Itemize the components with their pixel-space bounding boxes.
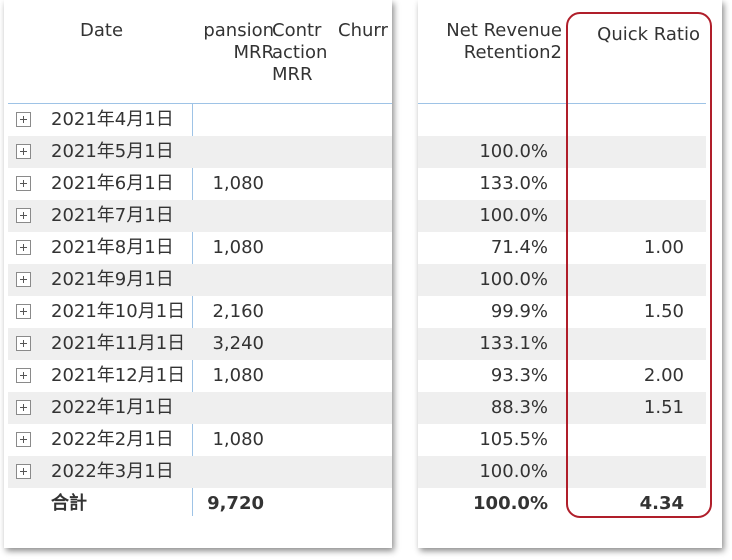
table-row[interactable]: 2021年4月1日 [8,104,392,136]
expand-icon[interactable] [16,464,31,479]
column-header-expansion-mrr[interactable]: pansion MRR [174,20,274,64]
date-cell: 2022年2月1日 [51,429,174,450]
expand-icon[interactable] [16,176,31,191]
net-revenue-retention-cell: 133.0% [479,173,548,194]
column-header-net-revenue-retention[interactable]: Net Revenue Retention2 [446,20,562,64]
expansion-mrr-cell: 1,080 [212,173,264,194]
expand-icon[interactable] [16,304,31,319]
expand-icon[interactable] [16,112,31,127]
net-revenue-retention-cell: 100.0% [479,205,548,226]
expansion-mrr-cell: 1,080 [212,429,264,450]
column-header-churn[interactable]: Churr [338,20,388,42]
header-text: Contr [272,20,322,41]
expansion-mrr-cell: 3,240 [212,333,264,354]
date-cell: 2021年7月1日 [51,205,174,226]
table-row[interactable]: 2022年2月1日 1,080 [8,424,392,456]
table-row[interactable]: 2022年1月1日 [8,392,392,424]
net-revenue-retention-cell: 93.3% [490,365,548,386]
expand-icon[interactable] [16,272,31,287]
date-cell: 2022年1月1日 [51,397,174,418]
net-revenue-retention-cell: 133.1% [479,333,548,354]
net-revenue-retention-cell: 88.3% [490,397,548,418]
net-revenue-retention-cell: 71.4% [490,237,548,258]
net-revenue-retention-cell: 105.5% [479,429,548,450]
date-cell: 2021年10月1日 [51,301,186,322]
table-row[interactable]: 2021年6月1日 1,080 [8,168,392,200]
total-row: 合計 9,720 [8,488,392,520]
column-header-date[interactable]: Date [80,20,123,42]
expand-icon[interactable] [16,336,31,351]
expand-icon[interactable] [16,144,31,159]
date-cell: 2021年4月1日 [51,109,174,130]
table-row[interactable]: 2021年7月1日 [8,200,392,232]
header-text: pansion [203,20,274,41]
header-text: Net Revenue [446,20,562,41]
table-row[interactable]: 2021年5月1日 [8,136,392,168]
expansion-mrr-cell: 2,160 [212,301,264,322]
expansion-mrr-cell [168,392,264,424]
header-text: MRR [233,42,274,63]
expansion-mrr-cell [168,456,264,488]
net-revenue-retention-cell: 100.0% [479,461,548,482]
date-cell: 2021年8月1日 [51,237,174,258]
expand-icon[interactable] [16,240,31,255]
total-label: 合計 [51,493,87,514]
table-row[interactable]: 2021年12月1日 1,080 [8,360,392,392]
expansion-mrr-cell: 1,080 [212,365,264,386]
expand-icon[interactable] [16,432,31,447]
table-row[interactable]: 2021年8月1日 1,080 [8,232,392,264]
expansion-mrr-cell [168,200,264,232]
expansion-mrr-cell [168,136,264,168]
date-cell: 2021年5月1日 [51,141,174,162]
header-text: MRR [272,64,313,85]
total-expansion-mrr: 9,720 [207,493,264,514]
date-cell: 2022年3月1日 [51,461,174,482]
expansion-mrr-cell [168,264,264,296]
expansion-mrr-cell: 1,080 [212,237,264,258]
net-revenue-retention-cell: 100.0% [479,141,548,162]
net-revenue-retention-cell: 99.9% [490,301,548,322]
expansion-mrr-cell [168,104,264,136]
expand-icon[interactable] [16,368,31,383]
quick-ratio-highlight-box [566,12,712,518]
total-net-revenue-retention: 100.0% [473,493,548,514]
date-cell: 2021年6月1日 [51,173,174,194]
table-row[interactable]: 2022年3月1日 [8,456,392,488]
date-cell: 2021年12月1日 [51,365,186,386]
net-revenue-retention-cell: 100.0% [479,269,548,290]
column-header-contraction-mrr[interactable]: Contr action MRR [272,20,332,86]
table-row[interactable]: 2021年9月1日 [8,264,392,296]
header-text: Retention2 [463,42,562,63]
left-table-panel: Date pansion MRR Contr action MRR Churr … [4,0,392,548]
table-row[interactable]: 2021年10月1日 2,160 [8,296,392,328]
date-cell: 2021年9月1日 [51,269,174,290]
header-text: action [272,42,328,63]
expand-icon[interactable] [16,400,31,415]
date-cell: 2021年11月1日 [51,333,186,354]
table-row[interactable]: 2021年11月1日 3,240 [8,328,392,360]
expand-icon[interactable] [16,208,31,223]
